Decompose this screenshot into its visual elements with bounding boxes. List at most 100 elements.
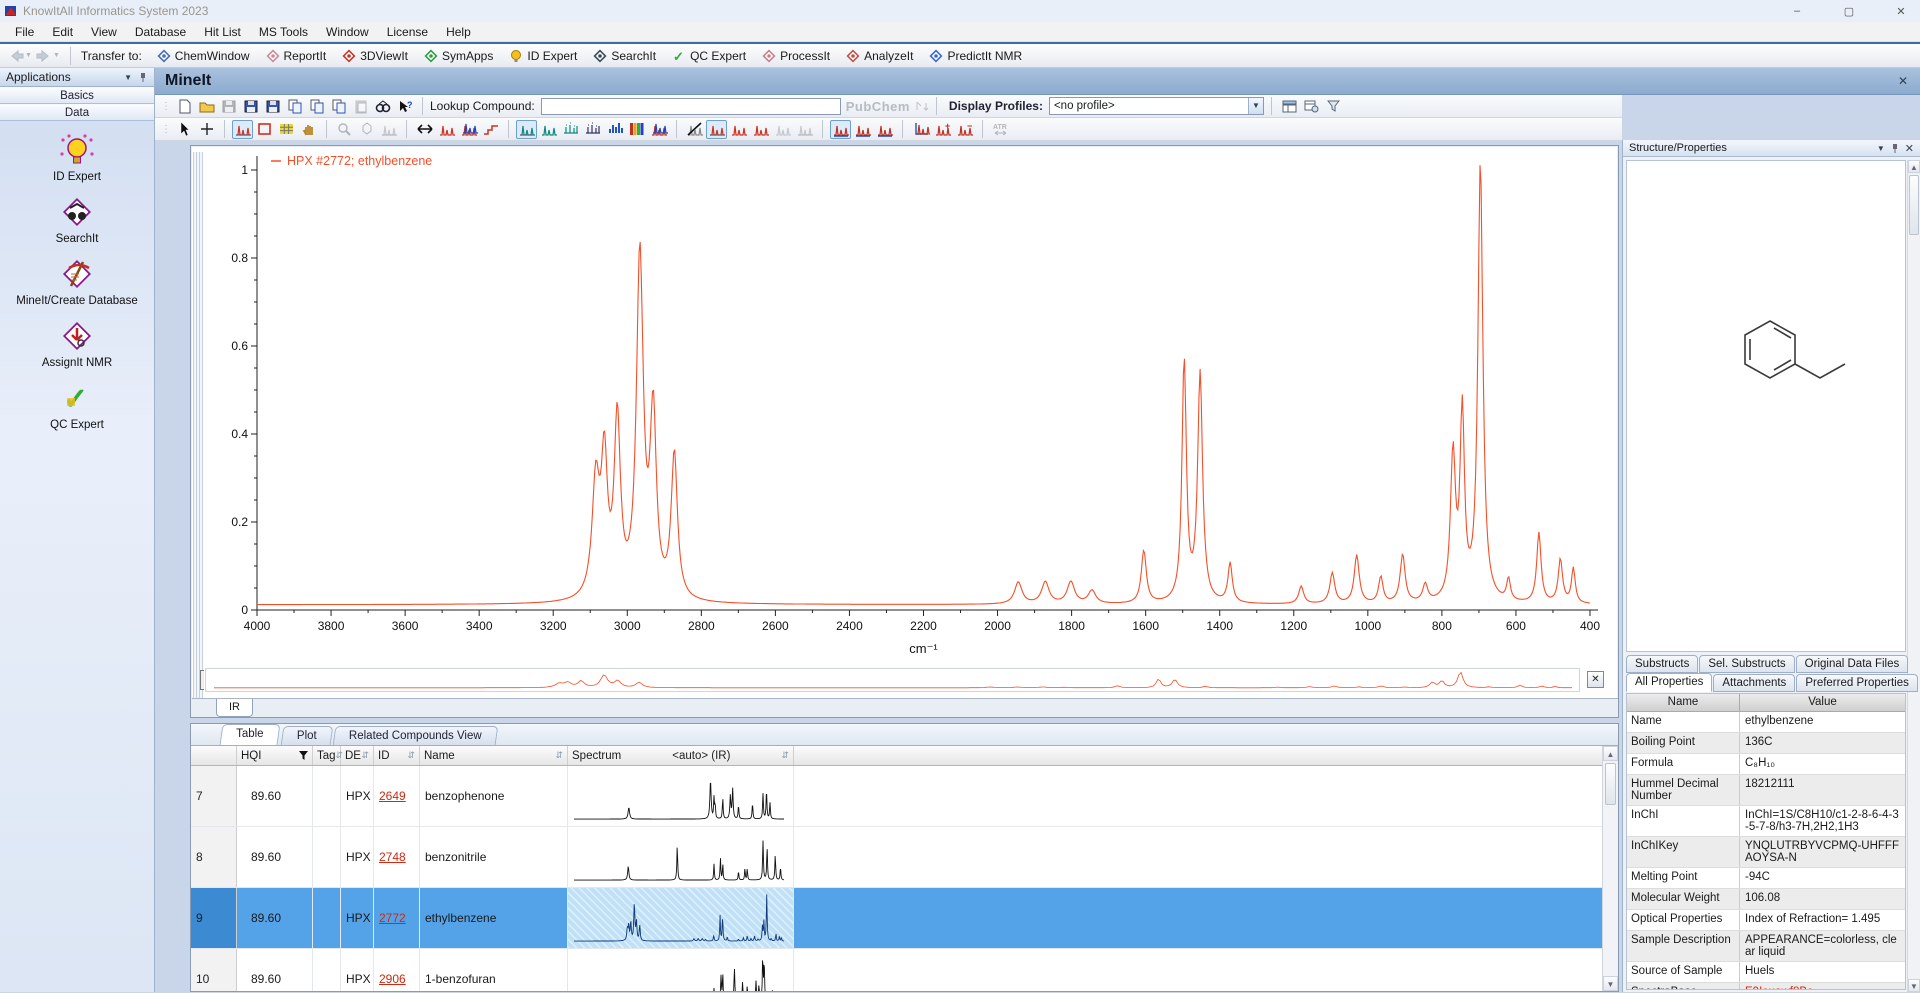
column-header-tag[interactable]: Tag⇵ — [313, 746, 341, 765]
tab-substructs[interactable]: Substructs — [1626, 655, 1698, 673]
copy-icon[interactable] — [284, 97, 305, 116]
transfer-button-chemwindow[interactable]: ChemWindow — [150, 46, 257, 66]
display-stack-icon[interactable] — [538, 120, 559, 139]
peaks-up-icon[interactable] — [772, 120, 793, 139]
column-header-id[interactable]: ID⇵ — [374, 746, 420, 765]
tab-plot[interactable]: Plot — [280, 726, 332, 745]
property-row-hummel-decimal-number[interactable]: Hummel Decimal Number18212111 — [1627, 775, 1905, 806]
lookup-compound-input[interactable] — [541, 98, 841, 115]
panel-vertical-scrollbar[interactable]: ▲ ▼ — [1907, 160, 1920, 992]
chevron-down-icon[interactable]: ▼ — [1877, 144, 1885, 153]
scrollbar-thumb[interactable] — [1605, 763, 1616, 805]
id-link[interactable]: 2772 — [379, 911, 406, 925]
scrollbar-thumb[interactable] — [1909, 175, 1919, 235]
display-grid1-icon[interactable] — [560, 120, 581, 139]
spectrum-overview-strip[interactable] — [205, 668, 1580, 692]
table-row-ethylbenzene[interactable]: 989.60HPX2772ethylbenzene — [191, 888, 1602, 949]
chevron-down-icon[interactable]: ▼ — [1248, 98, 1263, 114]
property-row-formula[interactable]: FormulaC₈H₁₀ — [1627, 754, 1905, 775]
minimize-icon[interactable]: – — [1786, 5, 1808, 17]
property-row-name[interactable]: Nameethylbenzene — [1627, 712, 1905, 733]
tab-ir[interactable]: IR — [216, 699, 253, 717]
sidebar-item-id-expert[interactable]: ID Expert — [0, 134, 154, 183]
filter-funnel-icon[interactable] — [299, 751, 308, 761]
transfer-button-reportit[interactable]: ReportIt — [259, 46, 334, 66]
sort-icon[interactable]: ⇵ — [781, 750, 789, 761]
ir-spectrum-chart[interactable]: 4000380036003400320030002800260024002200… — [205, 148, 1611, 662]
zoom-box-icon[interactable] — [254, 120, 275, 139]
table-row-benzonitrile[interactable]: 889.60HPX2748benzonitrile — [191, 827, 1602, 888]
pin-icon[interactable] — [138, 72, 148, 83]
open-folder-icon[interactable] — [196, 97, 217, 116]
transfer-button-symapps[interactable]: SymApps — [417, 46, 500, 66]
save-all-icon[interactable] — [262, 97, 283, 116]
exclude-region-icon[interactable] — [684, 120, 705, 139]
table-row-1-benzofuran[interactable]: 1089.60HPX29061-benzofuran — [191, 949, 1602, 991]
menu-edit[interactable]: Edit — [43, 23, 82, 41]
sidebar-item-searchit[interactable]: SearchIt — [0, 196, 154, 245]
view-spectrum-icon[interactable] — [232, 120, 253, 139]
transfer-button-processit[interactable]: ProcessIt — [755, 46, 837, 66]
property-value-link[interactable]: E9Iouawf8Bo — [1745, 986, 1813, 990]
save-icon[interactable] — [218, 97, 239, 116]
copy-with-options-icon[interactable] — [306, 97, 327, 116]
peak-add-icon[interactable]: + — [932, 120, 953, 139]
baseline-step-icon[interactable] — [480, 120, 501, 139]
chevron-down-icon[interactable]: ▼ — [124, 73, 132, 82]
maximize-icon[interactable]: ▢ — [1838, 5, 1860, 18]
tab-table[interactable]: Table — [220, 724, 280, 745]
sidebar-section-data[interactable]: Data — [0, 104, 154, 121]
forward-button[interactable]: ▼ — [36, 50, 60, 62]
transfer-button-predictit-nmr[interactable]: PredictIt NMR — [922, 46, 1029, 66]
display-grid2-icon[interactable] — [582, 120, 603, 139]
overview-range-handle[interactable] — [200, 670, 204, 690]
sidebar-section-basics[interactable]: Basics — [0, 87, 154, 104]
tab-attachments[interactable]: Attachments — [1713, 674, 1795, 692]
transfer-button-searchit[interactable]: SearchIt — [586, 46, 663, 66]
paste-icon[interactable] — [350, 97, 371, 116]
table-row-benzophenone[interactable]: 789.60HPX2649benzophenone — [191, 766, 1602, 827]
tab-preferred-properties[interactable]: Preferred Properties — [1796, 674, 1918, 692]
menu-window[interactable]: Window — [317, 23, 378, 41]
axes-tool-icon[interactable] — [910, 120, 931, 139]
panel-close-icon[interactable]: ✕ — [1905, 142, 1914, 155]
structure-viewer[interactable] — [1626, 160, 1906, 652]
transfer-button-3dviewit[interactable]: 3DViewIt — [335, 46, 415, 66]
peak-subtract-icon[interactable]: − — [954, 120, 975, 139]
property-row-spectrabase-compound-id[interactable]: SpectraBase Compound IDE9Iouawf8Bo — [1627, 983, 1905, 990]
property-row-source-of-sample[interactable]: Source of SampleHuels — [1627, 962, 1905, 983]
scroll-down-icon[interactable]: ▼ — [1603, 976, 1618, 991]
peaks-red-icon[interactable] — [436, 120, 457, 139]
pubchem-button[interactable]: PubChem — [846, 99, 910, 114]
display-contour-icon[interactable] — [626, 120, 647, 139]
menu-file[interactable]: File — [6, 23, 43, 41]
sidebar-item-mineit-create-database[interactable]: MineIt/Create Database — [0, 258, 154, 307]
column-header-rownum[interactable] — [191, 746, 237, 765]
property-row-sample-description[interactable]: Sample DescriptionAPPEARANCE=colorless, … — [1627, 931, 1905, 962]
display-profile-select[interactable]: <no profile> ▼ — [1049, 97, 1264, 115]
menu-license[interactable]: License — [378, 23, 437, 41]
tab-all-properties[interactable]: All Properties — [1626, 673, 1712, 692]
atr-correction-icon[interactable]: ATR — [990, 120, 1011, 139]
grid-view-icon[interactable] — [1279, 97, 1300, 116]
prop-header-value[interactable]: Value — [1740, 694, 1905, 711]
pin-icon[interactable] — [1890, 143, 1900, 154]
id-link[interactable]: 2906 — [379, 972, 406, 986]
crosshair-tool-icon[interactable] — [196, 120, 217, 139]
scroll-up-icon[interactable]: ▲ — [1603, 746, 1618, 761]
show-peaks-icon[interactable] — [706, 120, 727, 139]
column-header-de[interactable]: DE⇵ — [341, 746, 374, 765]
menu-help[interactable]: Help — [437, 23, 480, 41]
back-button[interactable]: ▼ — [8, 50, 32, 62]
new-document-icon[interactable] — [174, 97, 195, 116]
menu-hit-list[interactable]: Hit List — [195, 23, 250, 41]
grid-settings-icon[interactable] — [1301, 97, 1322, 116]
zoom-out-icon[interactable] — [334, 120, 355, 139]
sidebar-item-qc-expert[interactable]: ✓QC Expert — [0, 382, 154, 431]
overview-close-icon[interactable]: ✕ — [1587, 671, 1604, 688]
tab-original-data-files[interactable]: Original Data Files — [1796, 655, 1909, 673]
multi-display2-icon[interactable] — [852, 120, 873, 139]
grid-select-icon[interactable] — [276, 120, 297, 139]
id-link[interactable]: 2748 — [379, 850, 406, 864]
overlay-mode-icon[interactable] — [458, 120, 479, 139]
